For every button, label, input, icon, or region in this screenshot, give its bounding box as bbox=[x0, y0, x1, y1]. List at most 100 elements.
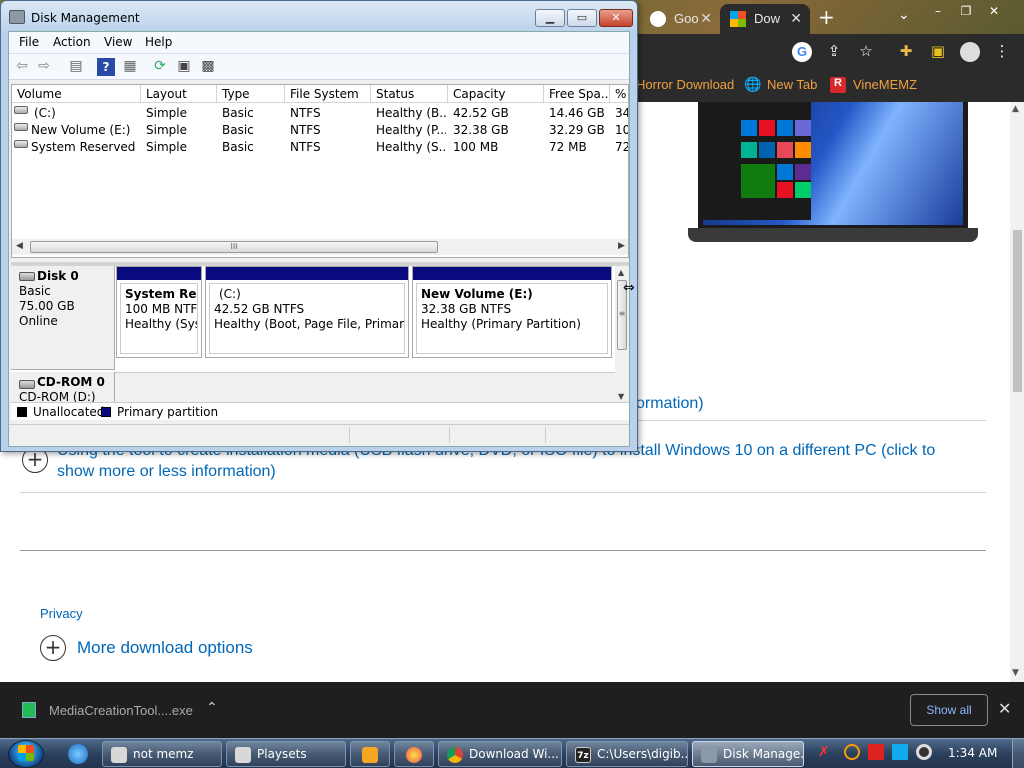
partition-size: 32.38 GB NTFS bbox=[421, 302, 512, 316]
help-icon[interactable]: ? bbox=[97, 58, 115, 76]
scroll-up-icon[interactable]: ▲ bbox=[1012, 104, 1019, 114]
taskbar-item-7zip[interactable]: 7z C:\Users\digib... bbox=[566, 741, 688, 767]
scroll-right-icon[interactable]: ▶ bbox=[618, 241, 625, 251]
taskbar-clock[interactable]: 1:34 AM bbox=[948, 746, 997, 760]
browser-tab-google[interactable]: Goo ✕ bbox=[640, 4, 720, 34]
download-filename[interactable]: MediaCreationTool....exe bbox=[49, 703, 193, 718]
partition-status: Healthy (Primary Partition) bbox=[421, 317, 581, 331]
partition-c[interactable]: (C:) 42.52 GB NTFS Healthy (Boot, Page F… bbox=[205, 266, 409, 358]
page-scrollbar-thumb[interactable] bbox=[1013, 230, 1022, 392]
volume-list-hscrollbar[interactable]: ◀ III ▶ bbox=[12, 239, 628, 255]
settings-icon[interactable]: ▩ bbox=[199, 58, 217, 76]
menu-help[interactable]: Help bbox=[145, 35, 172, 49]
col-status[interactable]: Status bbox=[371, 85, 448, 103]
taskbar-item-chrome[interactable]: Download Wi... bbox=[438, 741, 562, 767]
rescan-disks-icon[interactable]: ▣ bbox=[175, 58, 193, 76]
partition-e[interactable]: New Volume (E:) 32.38 GB NTFS Healthy (P… bbox=[412, 266, 612, 358]
table-row[interactable]: (C:) Simple Basic NTFS Healthy (B... 42.… bbox=[12, 105, 628, 122]
menu-view[interactable]: View bbox=[104, 35, 132, 49]
browser-restore-button[interactable]: ❐ bbox=[952, 4, 980, 22]
tray-search-icon[interactable] bbox=[844, 744, 860, 760]
menu-action[interactable]: Action bbox=[53, 35, 91, 49]
cell-free: 72 MB bbox=[549, 140, 587, 154]
taskbar-item-paint[interactable] bbox=[394, 741, 434, 767]
cdrom0-info[interactable]: CD-ROM 0 CD-ROM (D:) bbox=[11, 372, 115, 404]
vine-icon: R bbox=[830, 77, 846, 93]
internet-explorer-icon[interactable] bbox=[68, 744, 88, 764]
globe-icon: 🌐 bbox=[744, 77, 762, 93]
minimize-button[interactable]: ▁ bbox=[535, 9, 565, 27]
col-free-space[interactable]: Free Spa... bbox=[544, 85, 610, 103]
partition-bar bbox=[117, 267, 201, 280]
col-percent-free[interactable]: % F bbox=[610, 85, 628, 103]
extensions-icon[interactable]: ✚ bbox=[896, 42, 916, 62]
tab-search-chevron-icon[interactable]: ⌄ bbox=[898, 7, 910, 23]
table-row[interactable]: System Reserved Simple Basic NTFS Health… bbox=[12, 139, 628, 156]
col-volume[interactable]: Volume bbox=[12, 85, 141, 103]
tray-flag-icon[interactable] bbox=[868, 744, 884, 760]
download-bar-close-icon[interactable]: ✕ bbox=[998, 699, 1011, 718]
col-capacity[interactable]: Capacity bbox=[448, 85, 544, 103]
disk-management-titlebar[interactable]: Disk Management ▁ ▭ ✕ bbox=[1, 1, 637, 31]
back-icon[interactable]: ⇦ bbox=[13, 58, 31, 76]
scroll-down-icon[interactable]: ▼ bbox=[618, 392, 624, 401]
more-download-options-link[interactable]: More download options bbox=[77, 638, 253, 658]
disk-management-icon bbox=[701, 747, 717, 763]
bookmark-new-tab[interactable]: New Tab bbox=[767, 77, 817, 92]
expand-link-partial[interactable]: ormation) bbox=[636, 395, 704, 413]
start-button[interactable] bbox=[8, 740, 44, 768]
maximize-button[interactable]: ▭ bbox=[567, 9, 597, 27]
refresh-icon[interactable]: ⟳ bbox=[151, 58, 169, 76]
sidepanel-icon[interactable]: ▣ bbox=[928, 42, 948, 62]
taskbar-item-label: not memz bbox=[133, 747, 194, 761]
tab-close-icon[interactable]: ✕ bbox=[700, 10, 712, 27]
tray-tool-icon[interactable]: ✗ bbox=[818, 744, 834, 760]
scroll-left-icon[interactable]: ◀ bbox=[16, 241, 23, 251]
profile-icon[interactable] bbox=[960, 42, 980, 62]
tab-close-icon[interactable]: ✕ bbox=[790, 10, 802, 27]
tray-network-icon[interactable] bbox=[892, 744, 908, 760]
taskbar-item-disk-management[interactable]: Disk Manage... bbox=[692, 741, 804, 767]
legend-label: Unallocated bbox=[33, 405, 105, 419]
menu-file[interactable]: File bbox=[19, 35, 39, 49]
disk-type: Basic bbox=[19, 284, 51, 298]
cell-fs: NTFS bbox=[290, 106, 321, 120]
bookmark-vinememz[interactable]: VineMEMZ bbox=[853, 77, 917, 92]
show-all-button[interactable]: Show all bbox=[910, 694, 988, 726]
browser-tab-download[interactable]: Dow ✕ bbox=[720, 4, 810, 34]
tray-volume-icon[interactable] bbox=[916, 744, 932, 760]
forward-icon[interactable]: ⇨ bbox=[35, 58, 53, 76]
properties-icon[interactable]: ▦ bbox=[121, 58, 139, 76]
browser-minimize-button[interactable]: – bbox=[924, 4, 952, 22]
page-scrollbar[interactable]: ▲ ▼ bbox=[1010, 102, 1024, 682]
browser-close-button[interactable]: ✕ bbox=[980, 4, 1008, 22]
menu-icon[interactable]: ⋮ bbox=[992, 42, 1012, 62]
show-hide-tree-icon[interactable]: ▤ bbox=[67, 58, 85, 76]
hscroll-thumb[interactable]: III bbox=[30, 241, 438, 253]
taskbar-item-media-player[interactable] bbox=[350, 741, 390, 767]
volume-list-header: Volume Layout Type File System Status Ca… bbox=[12, 85, 628, 103]
disk-graphical-view: Disk 0 Basic 75.00 GB Online System Rese… bbox=[11, 262, 629, 418]
scroll-up-icon[interactable]: ▲ bbox=[618, 268, 624, 277]
scroll-down-icon[interactable]: ▼ bbox=[1012, 668, 1019, 678]
close-button[interactable]: ✕ bbox=[599, 9, 633, 27]
taskbar-item-not-memz[interactable]: not memz bbox=[102, 741, 222, 767]
new-tab-button[interactable]: + bbox=[818, 5, 835, 29]
google-icon[interactable]: G bbox=[792, 42, 812, 62]
windows-taskbar: not memz Playsets Download Wi... 7z C:\U… bbox=[0, 738, 1024, 768]
taskbar-item-playsets[interactable]: Playsets bbox=[226, 741, 346, 767]
col-file-system[interactable]: File System bbox=[285, 85, 371, 103]
bookmark-star-icon[interactable]: ☆ bbox=[856, 42, 876, 62]
disk0-info[interactable]: Disk 0 Basic 75.00 GB Online bbox=[11, 266, 115, 370]
cell-free: 32.29 GB bbox=[549, 123, 605, 137]
col-layout[interactable]: Layout bbox=[141, 85, 217, 103]
col-type[interactable]: Type bbox=[217, 85, 285, 103]
partition-system-reserved[interactable]: System Rese 100 MB NTFS Healthy (Syste bbox=[116, 266, 202, 358]
more-options-plus-icon[interactable]: + bbox=[40, 635, 66, 661]
bookmark-horror-download[interactable]: Horror Download bbox=[636, 77, 734, 92]
download-options-chevron-icon[interactable]: ⌃ bbox=[206, 700, 218, 716]
drive-icon bbox=[14, 140, 28, 148]
table-row[interactable]: New Volume (E:) Simple Basic NTFS Health… bbox=[12, 122, 628, 139]
share-icon[interactable]: ⇪ bbox=[824, 42, 844, 62]
show-desktop-button[interactable] bbox=[1012, 739, 1024, 768]
